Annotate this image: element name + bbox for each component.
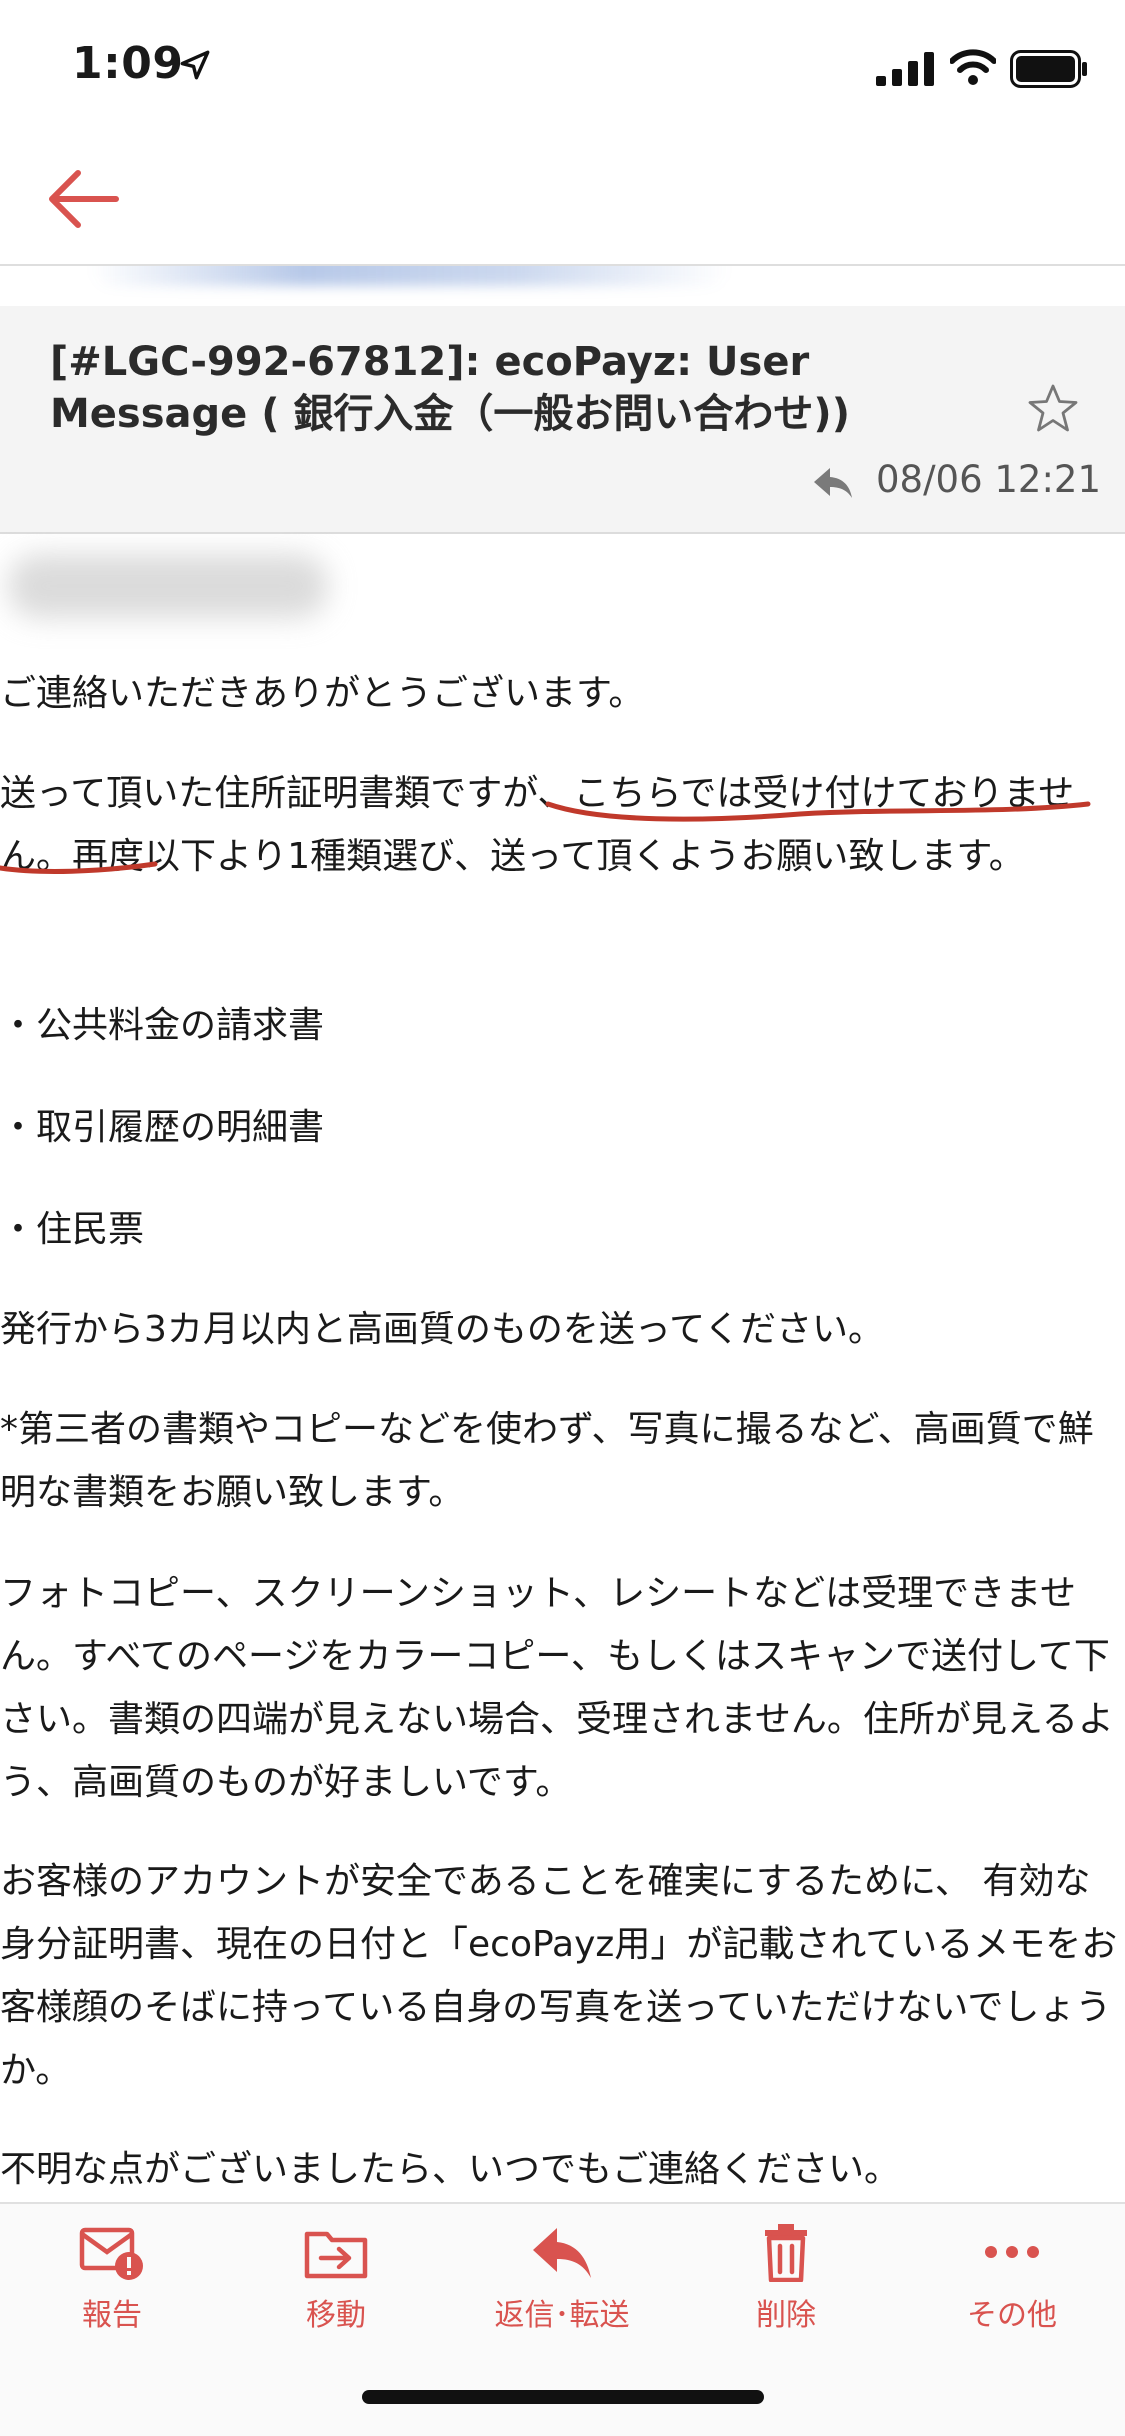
move-folder-icon (304, 2231, 368, 2279)
replied-indicator-icon (814, 468, 852, 498)
status-bar: 1:09 (0, 0, 1125, 134)
move-label: 移動 (306, 2298, 366, 2333)
body-paragraph: ご連絡いただきありがとうございます。 (0, 673, 645, 714)
more-label: その他 (967, 2298, 1057, 2333)
blurred-sender-name (8, 554, 328, 618)
trash-icon (765, 2224, 807, 2282)
location-arrow-icon (180, 50, 210, 80)
report-label: 報告 (82, 2298, 142, 2333)
body-list-item: ・公共料金の請求書 (0, 1005, 325, 1046)
email-screen: 1:09 [#LGC-992-67812]: ecoPayz: User Mes… (0, 0, 1125, 2436)
cellular-signal-icon (876, 52, 934, 86)
navigation-bar (0, 134, 1125, 266)
home-indicator (362, 2390, 764, 2404)
status-time: 1:09 (72, 38, 184, 89)
move-button[interactable]: 移動 (236, 2222, 436, 2342)
previous-content-peek (0, 266, 1125, 308)
blurred-previous-text (90, 266, 730, 286)
body-paragraph: フォトコピー、スクリーンショット、レシートなどは受理できません。すべてのページを… (0, 1573, 1114, 1803)
more-dots-icon (985, 2246, 1039, 2258)
delete-button[interactable]: 削除 (686, 2222, 886, 2342)
email-header: [#LGC-992-67812]: ecoPayz: User Message … (0, 306, 1125, 534)
reply-icon (533, 2228, 591, 2278)
body-paragraph: *第三者の書類やコピーなどを使わず、写真に撮るなど、高画質で鮮明な書類をお願い致… (0, 1409, 1094, 1513)
report-button[interactable]: 報告 (12, 2222, 212, 2342)
email-date: 08/06 12:21 (876, 458, 1102, 501)
star-icon[interactable] (1026, 382, 1080, 436)
body-list-item: ・住民票 (0, 1209, 145, 1250)
report-spam-icon (79, 2227, 143, 2280)
body-paragraph: お客様のアカウントが安全であることを確実にするために、 有効な身分証明書、現在の… (0, 1861, 1118, 2091)
body-paragraph: 発行から3カ月以内と高画質のものを送ってください。 (0, 1309, 885, 1350)
reply-forward-button[interactable]: 返信･転送 (462, 2222, 662, 2342)
reply-forward-label: 返信･転送 (494, 2298, 630, 2333)
battery-icon (1010, 50, 1087, 88)
email-body: ご連絡いただきありがとうございます。 送って頂いた住所証明書類ですが、こちらでは… (0, 532, 1125, 2202)
body-paragraph: 不明な点がございましたら、いつでもご連絡ください。 (0, 2149, 901, 2190)
email-subject: [#LGC-992-67812]: ecoPayz: User Message … (50, 339, 850, 437)
body-paragraph: 送って頂いた住所証明書類ですが、こちらでは受け付けておりません。再度以下より1種… (0, 773, 1075, 877)
more-button[interactable]: その他 (912, 2222, 1112, 2342)
back-arrow-icon[interactable] (44, 164, 120, 234)
body-list-item: ・取引履歴の明細書 (0, 1107, 325, 1148)
delete-label: 削除 (756, 2298, 816, 2333)
wifi-icon (950, 49, 996, 85)
